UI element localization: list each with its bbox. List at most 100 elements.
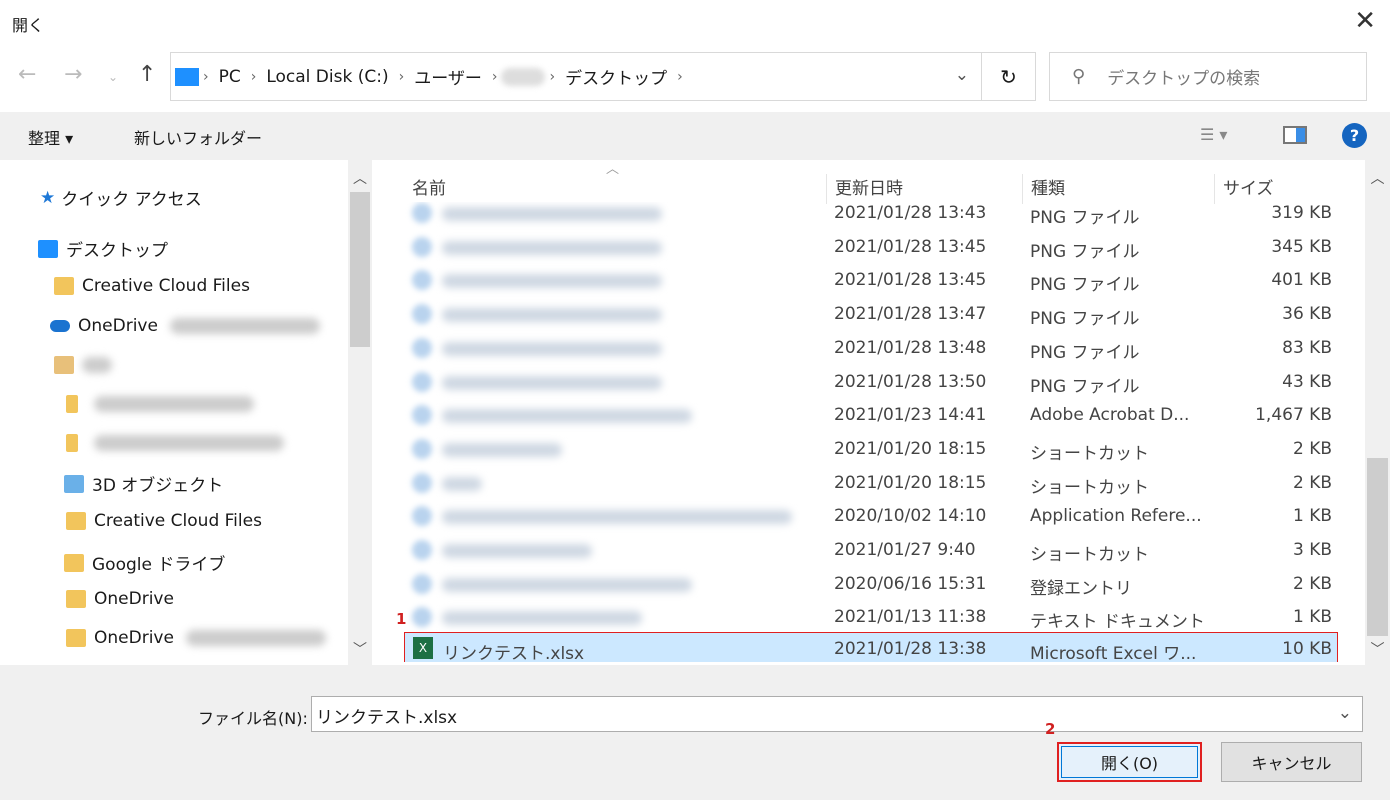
sidebar-item-creative-cloud-2[interactable]: Creative Cloud Files <box>66 511 262 531</box>
file-type: PNG ファイル <box>1030 376 1140 397</box>
open-button[interactable]: 開く(O) <box>1057 742 1202 782</box>
address-dropdown-icon[interactable]: ⌄ <box>955 65 969 85</box>
file-size: 10 KB <box>1282 639 1332 659</box>
file-icon <box>412 405 432 426</box>
help-icon[interactable]: ? <box>1342 123 1367 148</box>
sidebar-item-onedrive-3[interactable]: OneDrive <box>66 628 326 648</box>
new-folder-button[interactable]: 新しいフォルダー <box>134 125 262 149</box>
close-icon[interactable]: ✕ <box>1354 6 1376 36</box>
file-row[interactable]: 2021/01/20 18:15 ショートカット 2 KB <box>404 433 1338 466</box>
sidebar-item-google-drive[interactable]: Google ドライブ <box>64 550 225 575</box>
scroll-thumb[interactable] <box>350 192 370 347</box>
window-title: 開く <box>12 16 45 35</box>
sidebar-item-onedrive[interactable]: OneDrive <box>50 316 320 336</box>
scroll-thumb[interactable] <box>1367 458 1388 636</box>
preview-pane-icon[interactable] <box>1283 126 1307 144</box>
file-type: ショートカット <box>1030 477 1149 498</box>
scroll-down-icon[interactable]: ﹀ <box>1365 639 1390 659</box>
file-icon <box>412 472 432 493</box>
sidebar-item-3d-objects[interactable]: 3D オブジェクト <box>64 471 223 496</box>
address-bar[interactable]: › PC › Local Disk (C:) › ユーザー › › デスクトップ › ⌄… <box>170 52 1036 101</box>
sidebar-item-user[interactable] <box>54 356 112 374</box>
file-row[interactable]: 2020/06/16 15:31 登録エントリ 2 KB <box>404 568 1338 601</box>
file-row[interactable]: 2021/01/27 9:40 ショートカット 3 KB <box>404 534 1338 567</box>
file-row[interactable]: 2021/01/13 11:38 テキスト ドキュメント 1 KB <box>404 601 1338 634</box>
sidebar-item-onedrive-2[interactable]: OneDrive <box>66 589 174 609</box>
scroll-up-icon[interactable]: ︿ <box>348 168 372 188</box>
breadcrumb-user-blurred[interactable] <box>501 67 546 86</box>
file-type: ショートカット <box>1030 443 1149 464</box>
up-icon[interactable]: ↑ <box>138 62 156 87</box>
file-date: 2021/01/28 13:50 <box>834 371 987 392</box>
file-row[interactable]: 2021/01/28 13:50 PNG ファイル 43 KB <box>404 366 1338 399</box>
organize-button[interactable]: 整理 ▾ <box>28 125 73 149</box>
file-type: PNG ファイル <box>1030 241 1140 262</box>
blurred-text <box>94 396 254 412</box>
file-type: テキスト ドキュメント <box>1030 612 1205 633</box>
column-date[interactable]: 更新日時 <box>826 174 903 204</box>
cc-folder-icon <box>66 512 86 530</box>
navigation-pane: ★ クイック アクセス デスクトップ Creative Cloud Files O… <box>0 160 348 665</box>
sidebar-item-creative-cloud[interactable]: Creative Cloud Files <box>54 276 250 296</box>
file-row-selected[interactable]: X リンクテスト.xlsx 2021/01/28 13:38 Microsoft… <box>404 632 1338 662</box>
breadcrumb-users[interactable]: ユーザー <box>414 64 482 89</box>
file-size: 3 KB <box>1292 540 1332 560</box>
breadcrumb-desktop[interactable]: デスクトップ <box>565 64 667 89</box>
file-date: 2021/01/13 11:38 <box>834 607 987 628</box>
file-icon <box>412 304 432 325</box>
cancel-button[interactable]: キャンセル <box>1221 742 1362 782</box>
cc-folder-icon <box>54 277 74 295</box>
pc-icon <box>175 67 199 86</box>
blurred-text <box>82 357 112 373</box>
sort-arrow-icon: ︿ <box>606 162 620 177</box>
file-list-scrollbar[interactable]: ︿ ﹀ <box>1365 160 1390 665</box>
sidebar-item-folder[interactable] <box>66 395 254 413</box>
folder-icon <box>66 395 78 413</box>
file-row[interactable]: 2021/01/28 13:43 PNG ファイル 319 KB <box>404 202 1338 230</box>
column-name[interactable]: 名前 <box>404 174 446 204</box>
column-type[interactable]: 種類 <box>1022 174 1065 204</box>
file-icon <box>412 540 432 560</box>
search-input[interactable]: ⚲ デスクトップの検索 <box>1049 52 1367 101</box>
view-options-icon[interactable]: ☰ ▾ <box>1200 125 1227 144</box>
search-icon: ⚲ <box>1072 66 1086 87</box>
file-date: 2021/01/28 13:48 <box>834 337 987 358</box>
file-row[interactable]: 2021/01/28 13:48 PNG ファイル 83 KB <box>404 332 1338 365</box>
cloud-icon <box>50 320 70 332</box>
sidebar-item-desktop[interactable]: デスクトップ <box>38 236 168 261</box>
file-row[interactable]: 2021/01/28 13:47 PNG ファイル 36 KB <box>404 298 1338 331</box>
file-row[interactable]: 2020/10/02 14:10 Application Refere... 1… <box>404 500 1338 533</box>
breadcrumb-disk[interactable]: Local Disk (C:) <box>266 67 388 87</box>
sidebar-item-quick-access[interactable]: ★ クイック アクセス <box>40 185 202 211</box>
back-icon[interactable]: ← <box>18 62 36 87</box>
onedrive-folder-icon <box>66 629 86 647</box>
scroll-down-icon[interactable]: ﹀ <box>348 639 372 659</box>
file-date: 2021/01/28 13:47 <box>834 304 987 325</box>
sidebar-scrollbar[interactable]: ︿ ﹀ <box>348 160 372 665</box>
refresh-icon[interactable]: ↻ <box>981 53 1035 100</box>
file-row[interactable]: 2021/01/28 13:45 PNG ファイル 401 KB <box>404 264 1338 297</box>
blurred-file-name <box>442 341 662 356</box>
file-row[interactable]: 2021/01/23 14:41 Adobe Acrobat D... 1,46… <box>404 399 1338 432</box>
blurred-file-name <box>442 207 662 221</box>
file-date: 2021/01/20 18:15 <box>834 472 987 493</box>
file-type: Adobe Acrobat D... <box>1030 405 1190 426</box>
file-row[interactable]: 2021/01/20 18:15 ショートカット 2 KB <box>404 467 1338 500</box>
blurred-file-name <box>442 577 692 592</box>
file-size: 1,467 KB <box>1255 405 1332 426</box>
filename-value: リンクテスト.xlsx <box>316 708 458 728</box>
forward-icon[interactable]: → <box>64 62 82 87</box>
file-date: 2021/01/20 18:15 <box>834 438 987 459</box>
recent-dropdown-icon[interactable]: ⌄ <box>108 70 118 84</box>
chevron-down-icon[interactable]: ⌄ <box>1338 703 1352 723</box>
desktop-icon <box>38 239 58 258</box>
sidebar-item-folder[interactable] <box>66 434 284 452</box>
filename-input[interactable]: リンクテスト.xlsx ⌄ <box>311 696 1363 732</box>
blurred-text <box>185 630 326 646</box>
onedrive-folder-icon <box>66 590 86 608</box>
file-row[interactable]: 2021/01/28 13:45 PNG ファイル 345 KB <box>404 231 1338 264</box>
column-size[interactable]: サイズ <box>1214 174 1274 204</box>
scroll-up-icon[interactable]: ︿ <box>1365 168 1390 188</box>
file-icon <box>412 506 432 527</box>
breadcrumb-pc[interactable]: PC <box>219 67 241 87</box>
